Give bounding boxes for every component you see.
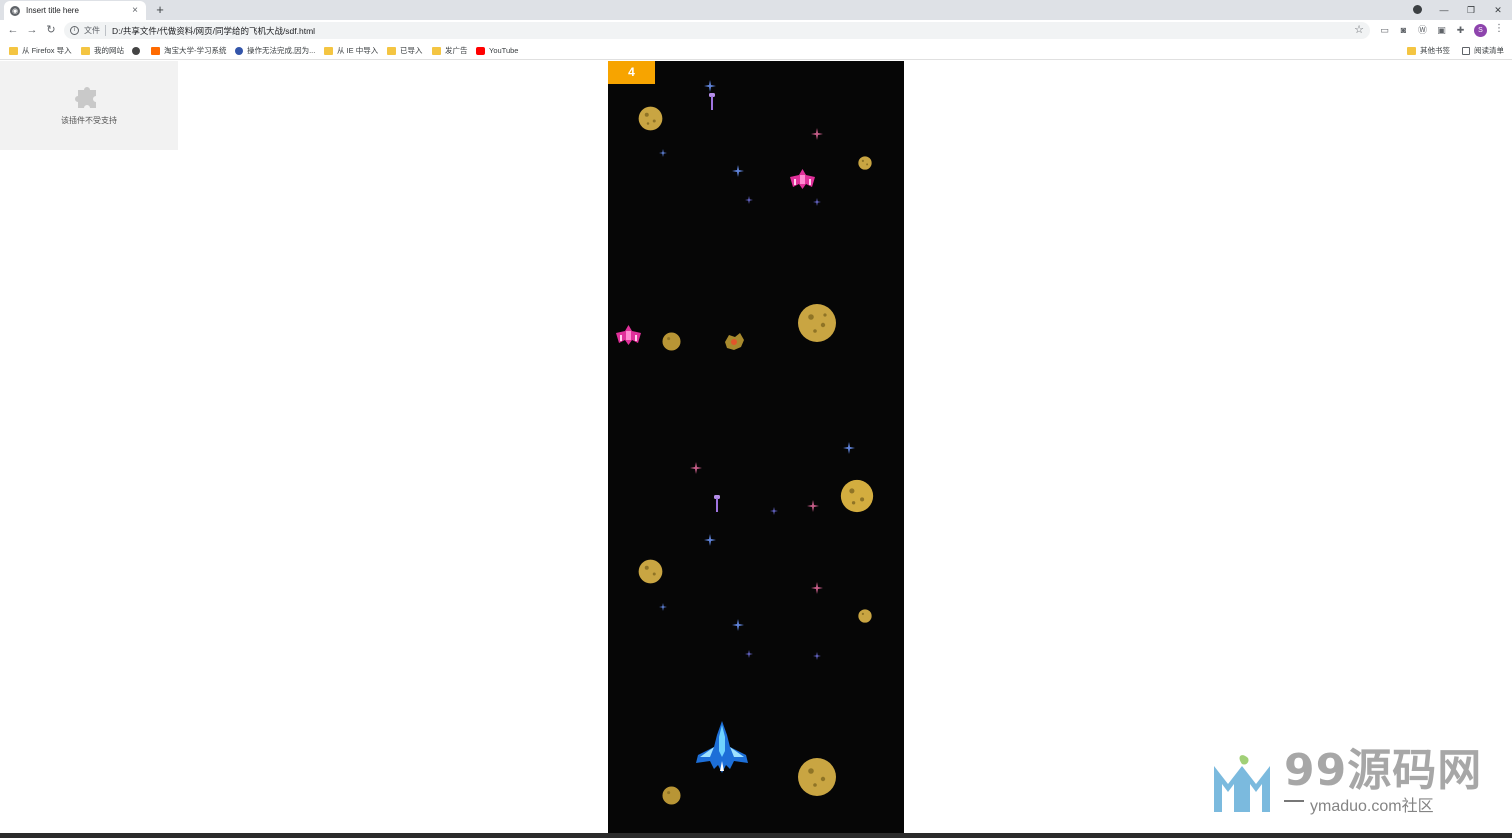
- folder-icon: [387, 46, 396, 55]
- profile-avatar[interactable]: S: [1474, 24, 1487, 37]
- url-text[interactable]: D:/共享文件/代做资料/网页/同学给的飞机大战/sdf.html: [112, 25, 315, 37]
- star-sparkle: [732, 165, 744, 177]
- taskbar-edge: [0, 833, 1512, 838]
- asteroid: [798, 304, 836, 342]
- globe-icon: [132, 46, 140, 55]
- menu-kebab-icon[interactable]: ⋮: [1494, 23, 1504, 34]
- tab-title: Insert title here: [26, 6, 79, 15]
- puzzle-icon: [75, 87, 96, 108]
- close-window-button[interactable]: ✕: [1486, 0, 1510, 20]
- enemy-ship: [616, 325, 641, 345]
- asteroid: [662, 332, 681, 351]
- reading-list-icon: [1462, 46, 1470, 55]
- unsupported-plugin: 该插件不受支持: [0, 61, 178, 150]
- asteroid: [858, 609, 872, 623]
- bookmark-taobao-university[interactable]: 淘宝大学-学习系统: [151, 44, 227, 57]
- tab-strip: ◉ Insert title here × + — ❐ ✕: [0, 0, 1512, 20]
- browser-toolbar: ← → ↻ i 文件 D:/共享文件/代做资料/网页/同学给的飞机大战/sdf.…: [0, 20, 1512, 41]
- new-tab-button[interactable]: +: [152, 2, 168, 18]
- reading-list[interactable]: 阅读清单: [1462, 44, 1504, 57]
- folder-icon: [324, 46, 333, 55]
- star-sparkle: [843, 442, 855, 454]
- bookmark-star-icon[interactable]: ☆: [1354, 23, 1364, 36]
- asteroid: [638, 559, 663, 584]
- folder-icon: [81, 46, 90, 55]
- star-sparkle: [811, 582, 823, 594]
- star-sparkle: [690, 462, 702, 474]
- bookmarks-bar: 从 Firefox 导入 我的网站 淘宝大学-学习系统 操作无法完成,因为...…: [0, 41, 1512, 60]
- asteroid: [638, 106, 663, 131]
- bullet: [714, 495, 720, 512]
- bookmark-imported[interactable]: 已导入: [387, 44, 423, 57]
- bookmark-ie-import[interactable]: 从 IE 中导入: [324, 44, 378, 57]
- site-icon: [235, 46, 243, 55]
- restore-button[interactable]: ❐: [1459, 0, 1483, 20]
- star-sparkle: [807, 500, 819, 512]
- browser-tab[interactable]: ◉ Insert title here ×: [4, 1, 146, 20]
- asteroid: [662, 786, 681, 805]
- game-canvas[interactable]: 4: [608, 61, 904, 833]
- image-icon[interactable]: ▣: [1435, 24, 1448, 37]
- watermark-rule: [1284, 800, 1304, 802]
- score-counter: 4: [608, 61, 655, 84]
- plugin-message: 该插件不受支持: [61, 116, 117, 125]
- forward-icon[interactable]: →: [24, 22, 40, 38]
- address-bar[interactable]: i 文件 D:/共享文件/代做资料/网页/同学给的飞机大战/sdf.html ☆: [64, 22, 1370, 39]
- globe-icon: ◉: [10, 5, 20, 16]
- cast-icon[interactable]: ▭: [1378, 24, 1391, 37]
- player-jet[interactable]: [694, 719, 750, 773]
- bookmark-youtube[interactable]: YouTube: [476, 44, 518, 57]
- star-sparkle: [745, 650, 753, 658]
- asteroid: [858, 156, 872, 170]
- youtube-icon: [476, 46, 485, 55]
- bookmark-globe[interactable]: [132, 44, 144, 57]
- bookmark-firefox-import[interactable]: 从 Firefox 导入: [9, 44, 72, 57]
- back-icon[interactable]: ←: [5, 22, 21, 38]
- star-sparkle: [732, 619, 744, 631]
- star-sparkle: [704, 80, 716, 92]
- star-sparkle: [745, 196, 753, 204]
- asteroid: [840, 479, 874, 513]
- watermark-brand: 99源码网: [1284, 745, 1483, 796]
- folder-icon: [9, 46, 18, 55]
- extension-w-icon[interactable]: Ⓦ: [1416, 24, 1429, 37]
- bookmark-operation-failed[interactable]: 操作无法完成,因为...: [235, 44, 315, 57]
- camera-icon[interactable]: ◙: [1397, 24, 1410, 37]
- watermark: 99源码网 ymaduo.com社区: [1212, 732, 1512, 818]
- tab-close-icon[interactable]: ×: [130, 5, 140, 16]
- star-sparkle: [659, 149, 667, 157]
- star-sparkle: [659, 603, 667, 611]
- extensions-puzzle-icon[interactable]: ✚: [1454, 24, 1467, 37]
- star-sparkle: [770, 507, 778, 515]
- folder-icon: [1407, 46, 1416, 55]
- asteroid-explosion: [725, 333, 744, 350]
- bullet: [709, 93, 715, 110]
- star-sparkle: [813, 198, 821, 206]
- site-icon: [151, 46, 160, 55]
- star-sparkle: [811, 128, 823, 140]
- bookmark-my-site[interactable]: 我的网站: [81, 44, 124, 57]
- info-icon[interactable]: i: [70, 26, 79, 35]
- reload-icon[interactable]: ↻: [43, 22, 59, 38]
- minimize-button[interactable]: —: [1432, 0, 1456, 20]
- star-sparkle: [813, 652, 821, 660]
- star-sparkle: [704, 534, 716, 546]
- enemy-ship: [790, 169, 815, 189]
- watermark-logo: [1214, 755, 1270, 812]
- file-chip: 文件: [84, 25, 106, 36]
- bookmark-other[interactable]: 其他书签: [1407, 44, 1450, 57]
- watermark-sub: ymaduo.com社区: [1310, 798, 1434, 815]
- asteroid: [798, 758, 836, 796]
- bookmark-ads[interactable]: 发广告: [432, 44, 468, 57]
- folder-icon: [432, 46, 441, 55]
- media-control-icon[interactable]: [1413, 5, 1422, 14]
